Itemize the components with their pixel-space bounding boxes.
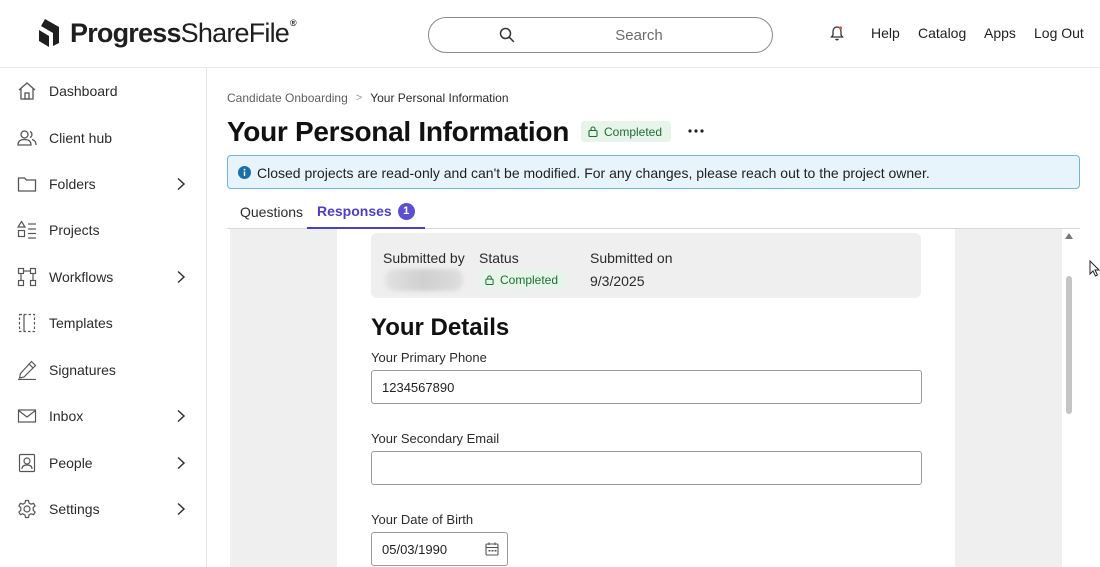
submitted-on-label: Submitted on (590, 250, 673, 266)
sidebar-item-label: Signatures (49, 362, 116, 378)
workflow-icon (17, 267, 37, 287)
search-icon (499, 27, 515, 43)
breadcrumb: Candidate Onboarding > Your Personal Inf… (227, 91, 509, 105)
lock-icon (485, 274, 494, 285)
read-only-alert: Closed projects are read-only and can't … (227, 155, 1080, 189)
mouse-cursor-icon (1089, 260, 1100, 277)
tab-questions[interactable]: Questions (240, 195, 303, 229)
gear-icon (18, 499, 36, 519)
breadcrumb-parent-link[interactable]: Candidate Onboarding (227, 91, 348, 105)
date-of-birth-field[interactable]: 05/03/1990 (371, 532, 508, 566)
secondary-email-field[interactable] (371, 451, 922, 485)
sidebar-item-label: Projects (49, 222, 100, 238)
progress-sharefile-logo[interactable]: ProgressShareFile® (36, 17, 297, 49)
primary-phone-field[interactable] (371, 370, 922, 404)
tab-bar: Questions Responses 1 (227, 195, 1080, 229)
alert-message: Closed projects are read-only and can't … (257, 165, 930, 181)
sidebar-nav: Dashboard Client hub Folders Projects Wo… (0, 68, 207, 567)
log-out-link[interactable]: Log Out (1034, 25, 1084, 41)
tab-label: Responses (317, 203, 392, 219)
sidebar-item-label: Folders (49, 176, 96, 192)
chevron-right-icon[interactable] (176, 177, 186, 191)
submitted-by-label: Submitted by (383, 250, 465, 266)
more-options-icon[interactable] (685, 121, 707, 141)
breadcrumb-separator: > (355, 92, 363, 104)
sidebar-item-people[interactable]: People (0, 443, 206, 483)
sidebar-item-label: Client hub (49, 130, 113, 146)
catalog-link[interactable]: Catalog (918, 25, 966, 41)
folder-icon (17, 177, 37, 192)
search-box[interactable] (428, 17, 773, 53)
page-title: Your Personal Information (227, 116, 570, 147)
sidebar-item-workflows[interactable]: Workflows (0, 257, 206, 297)
response-sheet: Submitted by Status Completed Submitted … (337, 229, 955, 567)
status-label: Status (479, 250, 519, 266)
tab-responses[interactable]: Responses 1 (307, 195, 425, 229)
pen-icon (18, 360, 37, 380)
breadcrumb-current: Your Personal Information (370, 91, 509, 105)
scroll-up-arrow-icon[interactable] (1064, 232, 1074, 240)
sidebar-item-label: Inbox (49, 408, 84, 424)
sidebar-item-label: Settings (49, 501, 100, 517)
lock-icon (588, 126, 598, 137)
status-badge: Completed (581, 121, 672, 142)
home-icon (18, 82, 36, 100)
template-icon (18, 313, 36, 333)
calendar-icon[interactable] (485, 542, 499, 556)
sidebar-item-label: People (49, 455, 93, 471)
secondary-email-label: Your Secondary Email (371, 431, 500, 446)
sidebar-item-templates[interactable]: Templates (0, 303, 206, 343)
projects-icon (17, 220, 36, 239)
progress-logo-icon (39, 19, 59, 47)
primary-phone-label: Your Primary Phone (371, 350, 487, 365)
scrollbar-thumb[interactable] (1066, 276, 1072, 414)
submission-status-value: Completed (500, 272, 559, 287)
sidebar-item-label: Templates (49, 315, 113, 331)
tab-label: Questions (240, 204, 304, 220)
submitter-name-redacted (385, 269, 463, 291)
submission-status-badge: Completed (479, 270, 567, 289)
chevron-right-icon[interactable] (176, 456, 186, 470)
apps-link[interactable]: Apps (984, 25, 1016, 41)
help-link[interactable]: Help (871, 25, 900, 41)
sidebar-item-signatures[interactable]: Signatures (0, 350, 206, 390)
chevron-right-icon[interactable] (176, 409, 186, 423)
mail-icon (17, 409, 37, 423)
users-icon (17, 130, 37, 146)
date-of-birth-label: Your Date of Birth (371, 512, 474, 527)
sidebar-item-inbox[interactable]: Inbox (0, 396, 206, 436)
chevron-right-icon[interactable] (176, 270, 186, 284)
top-header: ProgressShareFile® Help Catalog Apps Log… (0, 0, 1100, 68)
search-input[interactable] (529, 24, 749, 46)
sidebar-item-folders[interactable]: Folders (0, 164, 206, 204)
sidebar-item-label: Workflows (49, 269, 114, 285)
person-badge-icon (18, 453, 36, 473)
bell-icon[interactable] (829, 25, 845, 42)
sidebar-item-projects[interactable]: Projects (0, 210, 206, 250)
status-badge-label: Completed (604, 124, 663, 139)
sidebar-item-client-hub[interactable]: Client hub (0, 118, 206, 158)
section-title: Your Details (371, 314, 510, 341)
date-of-birth-value: 05/03/1990 (382, 542, 448, 557)
sidebar-item-settings[interactable]: Settings (0, 489, 206, 529)
sidebar-item-label: Dashboard (49, 83, 118, 99)
submitted-on-value: 9/3/2025 (590, 273, 645, 289)
responses-count-badge: 1 (397, 202, 415, 220)
chevron-right-icon[interactable] (176, 502, 186, 516)
response-viewer: Submitted by Status Completed Submitted … (230, 229, 1076, 567)
sidebar-item-dashboard[interactable]: Dashboard (0, 71, 206, 111)
info-icon (238, 166, 251, 179)
logo-text: ProgressShareFile® (70, 17, 297, 48)
submission-summary: Submitted by Status Completed Submitted … (371, 233, 921, 298)
